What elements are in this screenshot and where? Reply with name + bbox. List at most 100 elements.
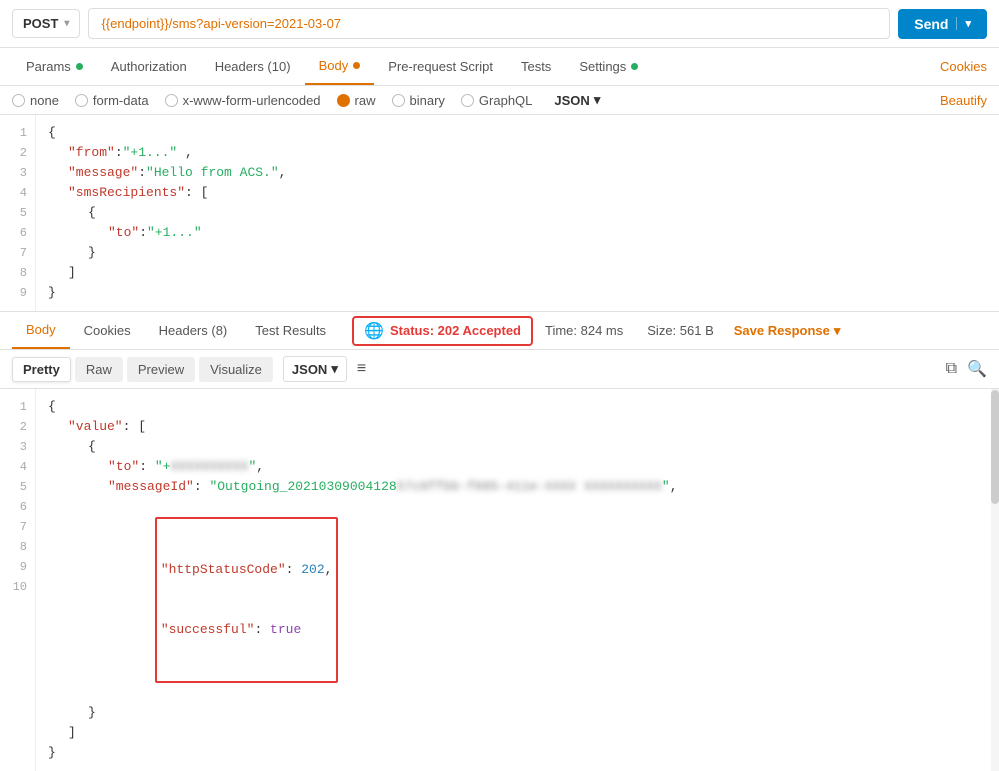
tab-params[interactable]: Params: [12, 49, 97, 84]
response-top-bar: Body Cookies Headers (8) Test Results 🌐 …: [0, 312, 999, 350]
resp-json-select[interactable]: JSON ▾: [283, 356, 347, 382]
form-data-radio: [75, 94, 88, 107]
form-data-label: form-data: [93, 93, 149, 108]
cookies-link[interactable]: Cookies: [940, 49, 987, 84]
resp-line-10: }: [48, 743, 987, 763]
resp-line-num: 9: [0, 557, 35, 577]
copy-icon[interactable]: ⧉: [946, 360, 957, 378]
method-label: POST: [23, 16, 58, 31]
beautify-button[interactable]: Beautify: [940, 93, 987, 108]
code-line-4: "smsRecipients": [: [68, 183, 987, 203]
body-dot: [353, 62, 360, 69]
resp-tab-body[interactable]: Body: [12, 312, 70, 349]
body-type-raw[interactable]: raw: [337, 93, 376, 108]
resp-line-4: "to": "+XXXXXXXXXX",: [108, 457, 987, 477]
resp-line-num: 1: [0, 397, 35, 417]
none-label: none: [30, 93, 59, 108]
raw-label: raw: [355, 93, 376, 108]
code-line-3: "message":"Hello from ACS.",: [68, 163, 987, 183]
urlencoded-label: x-www-form-urlencoded: [183, 93, 321, 108]
line-num: 3: [0, 163, 35, 183]
response-format-bar: Pretty Raw Preview Visualize JSON ▾ ≡ ⧉ …: [0, 350, 999, 389]
tab-settings[interactable]: Settings: [565, 49, 652, 84]
code-line-6: "to":"+1...": [108, 223, 987, 243]
code-line-1: {: [48, 123, 987, 143]
resp-line-num: 3: [0, 437, 35, 457]
resp-tab-test-results[interactable]: Test Results: [241, 313, 340, 348]
resp-line-num: 6: [0, 497, 35, 517]
resp-tab-headers[interactable]: Headers (8): [145, 313, 242, 348]
send-button[interactable]: Send ▾: [898, 9, 987, 39]
tab-settings-label: Settings: [579, 59, 626, 74]
response-code-content[interactable]: { "value": [ { "to": "+XXXXXXXXXX", "mes…: [36, 389, 999, 771]
line-num: 1: [0, 123, 35, 143]
line-num: 8: [0, 263, 35, 283]
line-num: 5: [0, 203, 35, 223]
body-type-binary[interactable]: binary: [392, 93, 445, 108]
resp-line-3: {: [88, 437, 987, 457]
request-code-content[interactable]: { "from":"+1..." , "message":"Hello from…: [36, 115, 999, 311]
tab-authorization-label: Authorization: [111, 59, 187, 74]
json-format-arrow: ▾: [594, 92, 601, 108]
resp-line-8: }: [88, 703, 987, 723]
scrollbar-thumb: [991, 390, 999, 505]
tab-tests[interactable]: Tests: [507, 49, 565, 84]
request-tab-bar: Params Authorization Headers (10) Body P…: [0, 48, 999, 86]
size-meta: Size: 561 B: [635, 323, 726, 338]
resp-line-1: {: [48, 397, 987, 417]
settings-dot: [631, 63, 638, 70]
format-btn-raw[interactable]: Raw: [75, 357, 123, 382]
resp-line-2: "value": [: [68, 417, 987, 437]
body-type-graphql[interactable]: GraphQL: [461, 93, 532, 108]
response-code-area: 1 2 3 4 5 6 7 8 9 10 { "value": [ { "to"…: [0, 389, 999, 771]
save-response-arrow: ▾: [834, 323, 841, 339]
format-btn-pretty[interactable]: Pretty: [12, 357, 71, 382]
params-dot: [76, 63, 83, 70]
code-line-9: }: [48, 283, 987, 303]
status-badge: 🌐 Status: 202 Accepted: [352, 316, 533, 346]
filter-icon[interactable]: ≡: [357, 360, 366, 378]
search-icon[interactable]: 🔍: [967, 359, 987, 379]
url-input[interactable]: [88, 8, 890, 39]
tab-body[interactable]: Body: [305, 48, 375, 85]
resp-cookies-label: Cookies: [84, 323, 131, 338]
top-bar: POST ▾ Send ▾: [0, 0, 999, 48]
resp-line-num: 10: [0, 577, 35, 597]
format-btn-visualize[interactable]: Visualize: [199, 357, 273, 382]
resp-line-6-inner: "httpStatusCode": 202,: [161, 560, 333, 580]
vertical-scrollbar[interactable]: [991, 389, 999, 771]
time-meta: Time: 824 ms: [533, 323, 635, 338]
resp-line-9: ]: [68, 723, 987, 743]
line-num: 2: [0, 143, 35, 163]
tab-pre-request-script[interactable]: Pre-request Script: [374, 49, 507, 84]
none-radio: [12, 94, 25, 107]
body-type-none[interactable]: none: [12, 93, 59, 108]
line-num: 4: [0, 183, 35, 203]
resp-line-num: 8: [0, 537, 35, 557]
code-line-7: }: [88, 243, 987, 263]
save-response-button[interactable]: Save Response ▾: [726, 323, 849, 339]
send-label: Send: [914, 16, 956, 32]
resp-test-results-label: Test Results: [255, 323, 326, 338]
save-response-label: Save Response: [734, 323, 830, 338]
tab-body-label: Body: [319, 58, 349, 73]
resp-tab-cookies[interactable]: Cookies: [70, 313, 145, 348]
json-format-select[interactable]: JSON ▾: [554, 92, 600, 108]
response-meta: 🌐 Status: 202 Accepted Time: 824 ms Size…: [352, 316, 848, 346]
tab-headers-label: Headers (10): [215, 59, 291, 74]
code-line-2: "from":"+1..." ,: [68, 143, 987, 163]
tab-params-label: Params: [26, 59, 71, 74]
resp-line-num: 5: [0, 477, 35, 497]
tab-headers[interactable]: Headers (10): [201, 49, 305, 84]
body-type-urlencoded[interactable]: x-www-form-urlencoded: [165, 93, 321, 108]
send-dropdown-arrow: ▾: [956, 17, 971, 30]
request-code-area: 1 2 3 4 5 6 7 8 9 { "from":"+1..." , "me…: [0, 115, 999, 312]
tab-authorization[interactable]: Authorization: [97, 49, 201, 84]
resp-line-6: "httpStatusCode": 202, "successful": tru…: [108, 497, 987, 703]
format-btn-preview[interactable]: Preview: [127, 357, 195, 382]
resp-json-label: JSON: [292, 362, 327, 377]
resp-body-label: Body: [26, 322, 56, 337]
body-type-form-data[interactable]: form-data: [75, 93, 149, 108]
resp-json-arrow: ▾: [331, 361, 338, 377]
method-select[interactable]: POST ▾: [12, 9, 80, 38]
